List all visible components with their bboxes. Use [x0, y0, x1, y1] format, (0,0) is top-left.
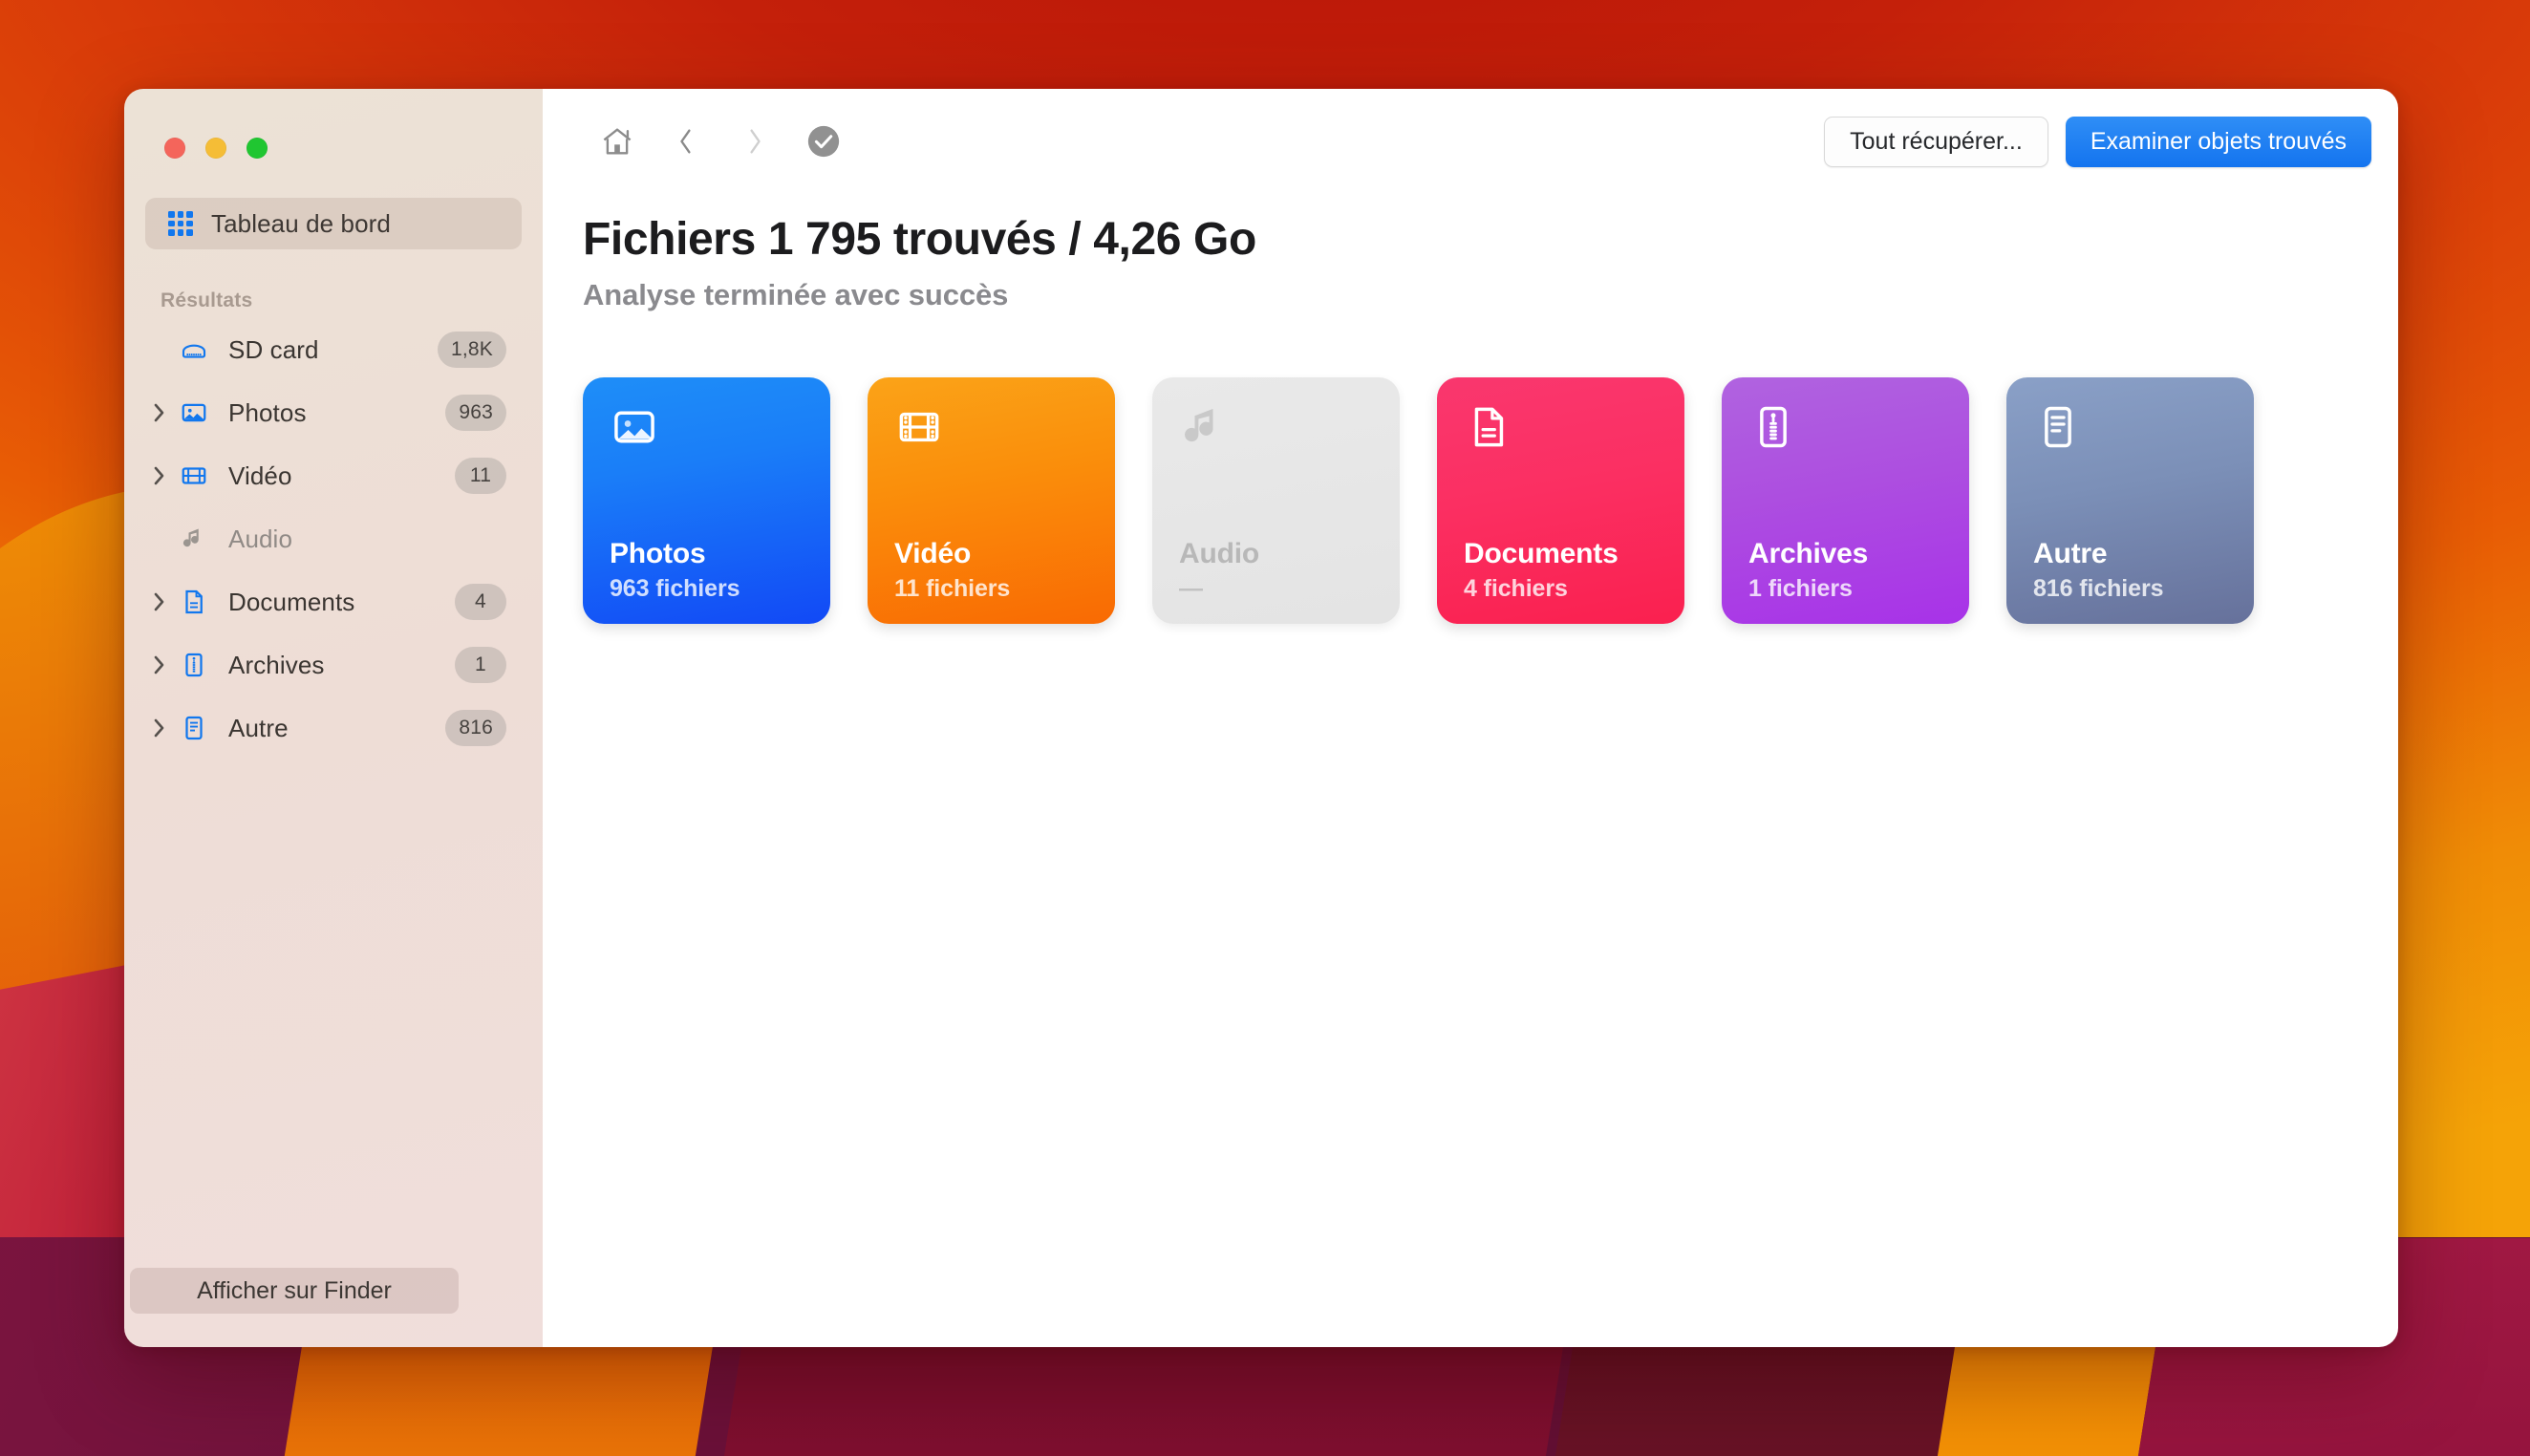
- card-text: Autre 816 fichiers: [2033, 538, 2163, 603]
- film-icon: [894, 402, 944, 452]
- chevron-right-icon[interactable]: [149, 717, 170, 739]
- other-icon: [178, 714, 210, 742]
- headline: Fichiers 1 795 trouvés / 4,26 Go Analyse…: [543, 194, 2398, 312]
- sidebar-item-archives[interactable]: Archives 1: [124, 633, 543, 696]
- card-title: Vidéo: [894, 538, 972, 570]
- card-count: 963 fichiers: [610, 574, 740, 602]
- forward-button[interactable]: [720, 113, 789, 170]
- category-card-documents[interactable]: Documents 4 fichiers: [1437, 376, 1684, 624]
- sidebar-item-badge: 1,8K: [438, 332, 506, 368]
- card-count: —: [1179, 574, 1203, 602]
- photo-icon: [610, 402, 659, 452]
- close-button[interactable]: [164, 138, 185, 159]
- chevron-right-icon[interactable]: [149, 654, 170, 675]
- zip-icon: [178, 651, 210, 679]
- toolbar-actions: Tout récupérer... Examiner objets trouvé…: [1824, 116, 2371, 167]
- music-icon: [1179, 402, 1229, 452]
- sidebar-section-label: Résultats: [161, 289, 253, 311]
- window-controls: [124, 89, 543, 159]
- sidebar-item-label: SD card: [228, 334, 319, 364]
- sidebar-item-badge: 11: [455, 458, 506, 494]
- sd-card-icon: [178, 335, 210, 364]
- sidebar-item-badge: 963: [445, 395, 506, 431]
- sidebar-item-label: Autre: [228, 713, 289, 742]
- show-in-finder-button[interactable]: Afficher sur Finder: [130, 1268, 459, 1314]
- sidebar-item-badge: 4: [455, 584, 506, 620]
- check-circle-icon[interactable]: [789, 113, 858, 170]
- sidebar-item-sd-card[interactable]: SD card 1,8K: [124, 318, 543, 381]
- chevron-right-icon[interactable]: [149, 402, 170, 423]
- card-count: 1 fichiers: [1748, 574, 1853, 602]
- card-text: Archives 1 fichiers: [1748, 538, 1868, 603]
- back-button[interactable]: [652, 113, 720, 170]
- toolbar-navigation: [583, 113, 858, 170]
- card-title: Autre: [2033, 538, 2108, 570]
- recover-all-button[interactable]: Tout récupérer...: [1824, 116, 2048, 167]
- category-card-grid: Photos 963 fichiers Vidéo 11 fichiers Au…: [543, 312, 2398, 624]
- category-card-video[interactable]: Vidéo 11 fichiers: [868, 376, 1115, 624]
- card-title: Audio: [1179, 538, 1259, 570]
- card-title: Photos: [610, 538, 706, 570]
- sidebar-item-label: Audio: [228, 524, 292, 553]
- sidebar-item-badge: 1: [455, 647, 506, 683]
- toolbar: Tout récupérer... Examiner objets trouvé…: [543, 89, 2398, 194]
- card-count: 11 fichiers: [894, 574, 1011, 602]
- maximize-button[interactable]: [247, 138, 268, 159]
- other-icon: [2033, 402, 2083, 452]
- sidebar-item-photos[interactable]: Photos 963: [124, 381, 543, 444]
- home-icon[interactable]: [583, 113, 652, 170]
- sidebar-item-label: Archives: [228, 650, 325, 679]
- chevron-right-icon[interactable]: [149, 465, 170, 486]
- sidebar: Tableau de bord Résultats SD card 1,8K P…: [124, 89, 543, 1347]
- sidebar-item-label: Photos: [228, 397, 307, 427]
- examine-found-items-button[interactable]: Examiner objets trouvés: [2065, 116, 2371, 167]
- grid-icon: [168, 211, 193, 236]
- page-title: Fichiers 1 795 trouvés / 4,26 Go: [583, 214, 1256, 265]
- category-card-archives[interactable]: Archives 1 fichiers: [1722, 376, 1969, 624]
- photo-icon: [178, 398, 210, 427]
- category-card-autre[interactable]: Autre 816 fichiers: [2006, 376, 2254, 624]
- category-card-audio: Audio —: [1152, 376, 1400, 624]
- sidebar-item-audio: Audio: [124, 507, 543, 570]
- app-window: Tableau de bord Résultats SD card 1,8K P…: [124, 89, 2398, 1347]
- sidebar-item-label: Tableau de bord: [211, 208, 391, 238]
- card-text: Documents 4 fichiers: [1464, 538, 1619, 603]
- card-title: Documents: [1464, 538, 1619, 570]
- page-subtitle: Analyse terminée avec succès: [583, 277, 1009, 311]
- sidebar-item-autre[interactable]: Autre 816: [124, 696, 543, 760]
- card-text: Photos 963 fichiers: [610, 538, 740, 603]
- sidebar-item-documents[interactable]: Documents 4: [124, 570, 543, 633]
- document-icon: [1464, 402, 1513, 452]
- sidebar-item-label: Vidéo: [228, 460, 292, 490]
- sidebar-item-video[interactable]: Vidéo 11: [124, 444, 543, 507]
- card-count: 4 fichiers: [1464, 574, 1568, 602]
- desktop-wallpaper: Tableau de bord Résultats SD card 1,8K P…: [0, 0, 2530, 1456]
- main-content: Tout récupérer... Examiner objets trouvé…: [543, 89, 2398, 1347]
- card-text: Vidéo 11 fichiers: [894, 538, 1010, 603]
- card-title: Archives: [1748, 538, 1869, 570]
- card-text: Audio —: [1179, 538, 1259, 603]
- document-icon: [178, 588, 210, 616]
- sidebar-item-label: Documents: [228, 587, 355, 616]
- sidebar-item-badge: 816: [445, 710, 506, 746]
- card-count: 816 fichiers: [2033, 574, 2164, 602]
- music-icon: [178, 525, 210, 553]
- film-icon: [178, 461, 210, 490]
- minimize-button[interactable]: [205, 138, 226, 159]
- sidebar-item-dashboard[interactable]: Tableau de bord: [145, 198, 522, 249]
- zip-icon: [1748, 402, 1798, 452]
- category-card-photos[interactable]: Photos 963 fichiers: [583, 376, 830, 624]
- chevron-right-icon[interactable]: [149, 591, 170, 612]
